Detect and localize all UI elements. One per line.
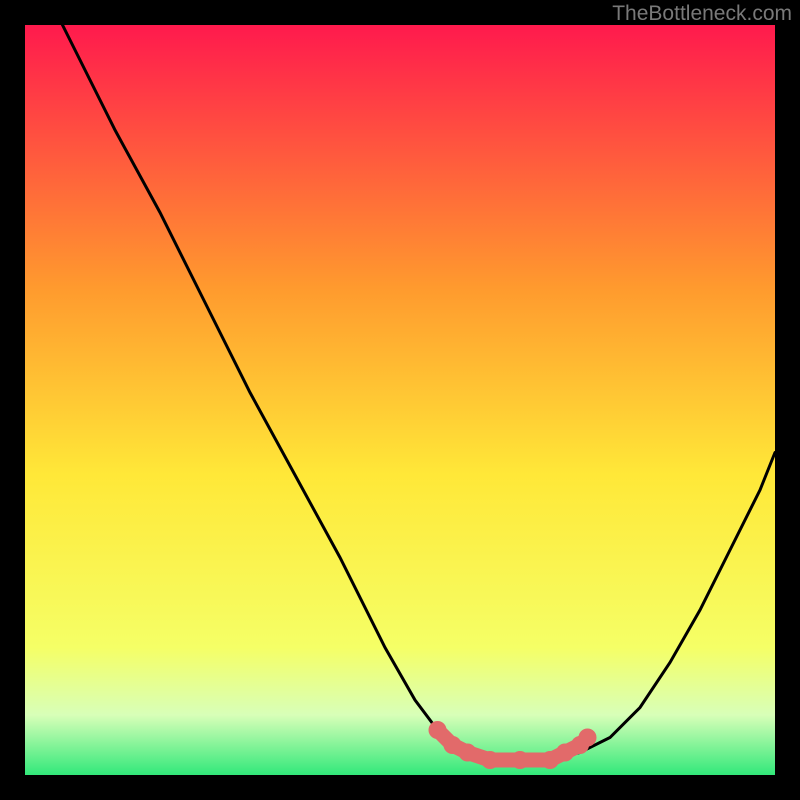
marker-dot xyxy=(511,751,529,769)
chart-frame: TheBottleneck.com xyxy=(0,0,800,800)
marker-dot xyxy=(459,744,477,762)
plot-area xyxy=(25,25,775,775)
gradient-background xyxy=(25,25,775,775)
chart-svg xyxy=(25,25,775,775)
marker-dot xyxy=(429,721,447,739)
marker-dot xyxy=(481,751,499,769)
marker-dot xyxy=(579,729,597,747)
watermark-text: TheBottleneck.com xyxy=(612,2,792,26)
